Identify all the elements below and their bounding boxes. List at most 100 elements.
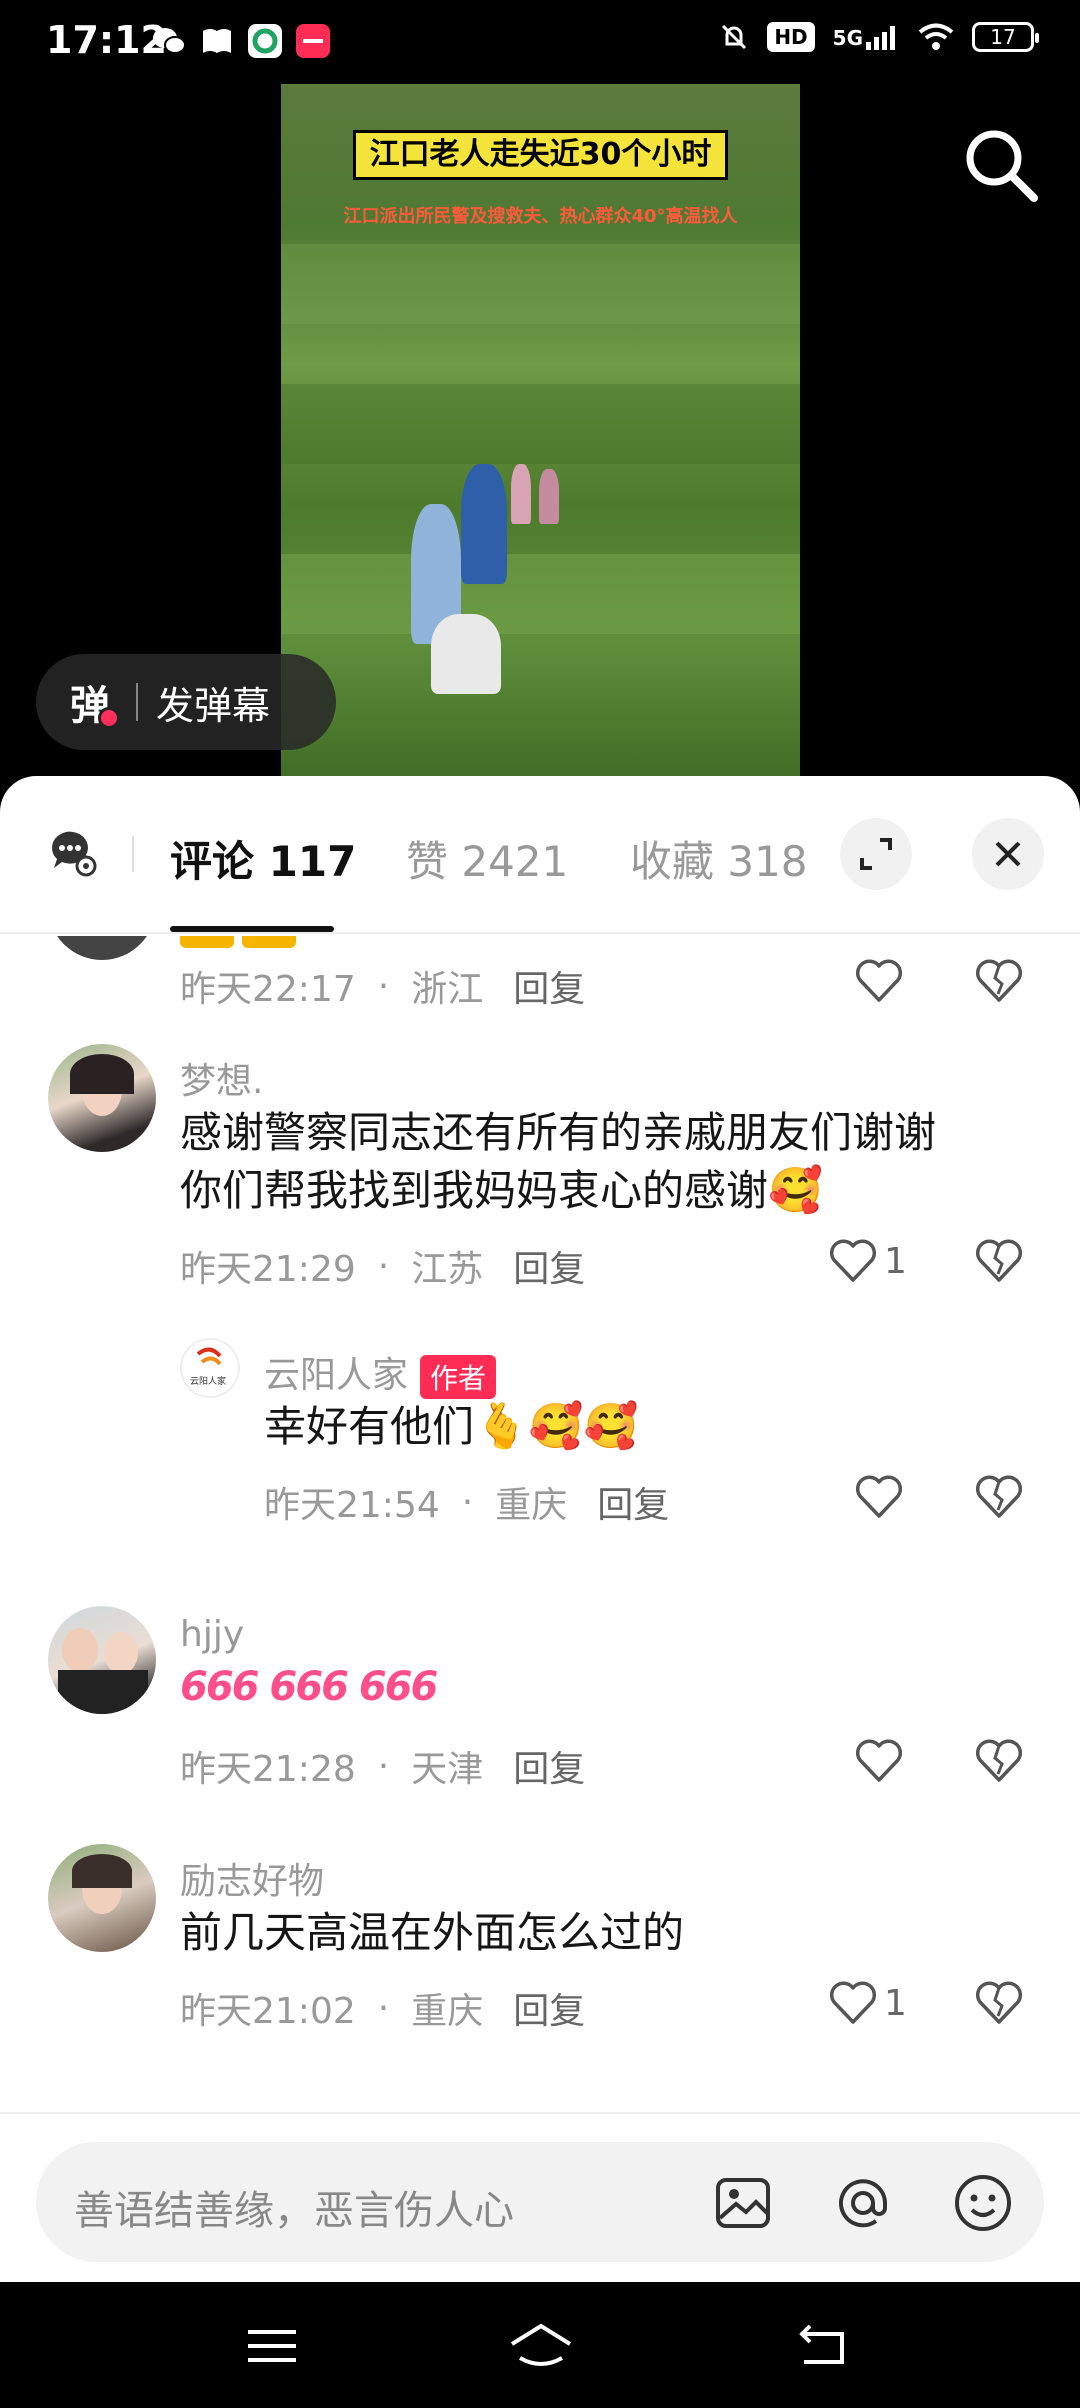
smiley-icon bbox=[955, 2175, 1011, 2231]
field-strip bbox=[281, 384, 800, 464]
dislike-button[interactable] bbox=[974, 1474, 1024, 1520]
comment-text-line-2: 你们帮我找到我妈妈衷心的感谢 🥰 bbox=[180, 1162, 1020, 1220]
dislike-button[interactable] bbox=[974, 1738, 1024, 1784]
person-figure bbox=[511, 464, 531, 524]
navigation-bar bbox=[0, 2282, 1080, 2408]
username[interactable]: 励志好物 bbox=[180, 1852, 324, 1904]
meta-dot: · bbox=[461, 1481, 474, 1523]
expand-icon bbox=[860, 838, 892, 870]
meta-dot: · bbox=[377, 965, 390, 1007]
search-button[interactable] bbox=[958, 122, 1044, 208]
comment-location: 重庆 bbox=[411, 1991, 484, 2032]
video-frame[interactable]: 江口老人走失近30个小时 江口派出所民警及搜救夫、热心群众40°高温找人 bbox=[281, 84, 800, 784]
username[interactable]: hjjy bbox=[180, 1614, 244, 1655]
comment-location: 重庆 bbox=[495, 1485, 568, 1526]
heart-icon bbox=[855, 1739, 903, 1782]
back-button[interactable] bbox=[792, 2318, 852, 2374]
reply-button[interactable]: 回复 bbox=[513, 1740, 585, 1792]
send-danmu-button[interactable]: 弹 发弹幕 bbox=[36, 654, 336, 750]
comment-text-line: 你们帮我找到我妈妈衷心的感谢 bbox=[180, 1166, 769, 1215]
wechat-icon bbox=[152, 24, 186, 58]
emoji: 🫰🥰🥰 bbox=[474, 1401, 639, 1452]
reply-button[interactable]: 回复 bbox=[513, 1240, 585, 1292]
home-icon bbox=[510, 2323, 572, 2366]
broken-heart-icon bbox=[975, 1981, 1023, 2024]
comment-text: 幸好有他们🫰🥰🥰 bbox=[264, 1398, 1004, 1456]
broken-heart-icon bbox=[975, 1475, 1023, 1518]
like-button[interactable]: 1 bbox=[828, 1980, 907, 2026]
divider bbox=[132, 836, 134, 872]
like-button[interactable] bbox=[854, 1474, 904, 1520]
comment-meta: 昨天21:02 · 重庆 回复 bbox=[180, 1980, 585, 2036]
comment-time: 昨天21:02 bbox=[180, 1991, 356, 2032]
username[interactable]: 梦想. bbox=[180, 1052, 263, 1104]
tab-comments[interactable]: 评论 117 bbox=[170, 828, 356, 889]
reply-text: 幸好有他们 bbox=[264, 1402, 475, 1451]
like-button[interactable]: 1 bbox=[828, 1238, 907, 1284]
avatar[interactable] bbox=[48, 936, 156, 960]
close-button[interactable] bbox=[972, 818, 1044, 890]
comment-time: 昨天21:54 bbox=[264, 1485, 440, 1526]
comment-text-line: 感谢警察同志还有所有的亲戚朋友们谢谢 bbox=[180, 1108, 937, 1157]
reply-button[interactable]: 回复 bbox=[513, 960, 585, 1012]
like-button[interactable] bbox=[854, 1738, 904, 1784]
status-bar: 17:12 HD 5G 17 bbox=[0, 0, 1080, 84]
book-icon bbox=[200, 24, 234, 58]
like-button[interactable] bbox=[854, 958, 904, 1004]
comment-list[interactable]: 昨天22:17 · 浙江 回复 梦想. 感谢警察同志还有所有的亲戚朋友们谢谢 你… bbox=[0, 936, 1080, 2112]
search-icon bbox=[966, 130, 1038, 202]
heart-icon bbox=[829, 1981, 877, 2024]
comment-sheet: 评论 117 赞 2421 收藏 318 昨天22:17 · 浙江 回复 梦想.… bbox=[0, 776, 1080, 2282]
system-icons: HD 5G 17 bbox=[719, 22, 1039, 52]
author-avatar[interactable]: 云阳人家 bbox=[180, 1338, 240, 1398]
dislike-button[interactable] bbox=[974, 958, 1024, 1004]
meta-dot: · bbox=[377, 1987, 390, 2029]
heart-icon bbox=[855, 1475, 903, 1518]
danmu-settings-button[interactable] bbox=[48, 828, 98, 878]
divider bbox=[136, 683, 138, 721]
tab-likes[interactable]: 赞 2421 bbox=[406, 828, 568, 889]
like-count: 1 bbox=[884, 1240, 907, 1282]
avatar[interactable] bbox=[48, 1044, 156, 1152]
mention-button[interactable] bbox=[832, 2172, 894, 2234]
home-button[interactable] bbox=[506, 2318, 576, 2374]
dislike-button[interactable] bbox=[974, 1238, 1024, 1284]
danmu-label: 发弹幕 bbox=[156, 683, 271, 728]
mute-icon bbox=[722, 24, 747, 50]
avatar[interactable] bbox=[48, 1606, 156, 1714]
emoji-button[interactable] bbox=[952, 2172, 1014, 2234]
svg-text:云阳人家: 云阳人家 bbox=[190, 1375, 226, 1387]
at-icon bbox=[839, 2179, 887, 2228]
menu-button[interactable] bbox=[242, 2318, 302, 2374]
wifi-icon bbox=[918, 23, 954, 50]
image-button[interactable] bbox=[712, 2172, 774, 2234]
comment-time: 昨天21:29 bbox=[180, 1249, 356, 1290]
comment-meta: 昨天22:17 · 浙江 回复 bbox=[180, 958, 585, 1014]
comment-text: 666 666 666 bbox=[180, 1664, 438, 1710]
signal-icon bbox=[866, 26, 895, 50]
hd-badge: HD bbox=[767, 22, 815, 52]
dislike-button[interactable] bbox=[974, 1980, 1024, 2026]
person-figure bbox=[431, 614, 501, 694]
expand-button[interactable] bbox=[840, 818, 912, 890]
network-label: 5G bbox=[832, 26, 863, 50]
green-app-icon bbox=[248, 24, 282, 58]
back-icon bbox=[799, 2324, 844, 2364]
comment-time: 昨天21:28 bbox=[180, 1749, 356, 1790]
comment-input[interactable]: 善语结善缘，恶言伤人心 bbox=[36, 2142, 1044, 2262]
tab-favorites[interactable]: 收藏 318 bbox=[630, 828, 808, 889]
comment-location: 浙江 bbox=[411, 969, 484, 1010]
username: 云阳人家 作者 bbox=[264, 1346, 497, 1399]
reply-username[interactable]: 云阳人家 bbox=[264, 1355, 408, 1396]
reply-button[interactable]: 回复 bbox=[513, 1982, 585, 2034]
chat-settings-icon bbox=[51, 831, 97, 877]
avatar[interactable] bbox=[48, 1844, 156, 1952]
reply-button[interactable]: 回复 bbox=[597, 1476, 669, 1528]
battery-icon: 17 bbox=[972, 22, 1039, 52]
comment-text: 前几天高温在外面怎么过的 bbox=[180, 1908, 685, 1957]
video-player[interactable]: 江口老人走失近30个小时 江口派出所民警及搜救夫、热心群众40°高温找人 弹 发… bbox=[0, 84, 1080, 784]
menu-icon bbox=[248, 2330, 296, 2362]
author-badge: 作者 bbox=[420, 1355, 497, 1399]
comment-meta: 昨天21:54 · 重庆 回复 bbox=[264, 1474, 669, 1530]
comment-input-bar: 善语结善缘，恶言伤人心 bbox=[0, 2112, 1080, 2282]
